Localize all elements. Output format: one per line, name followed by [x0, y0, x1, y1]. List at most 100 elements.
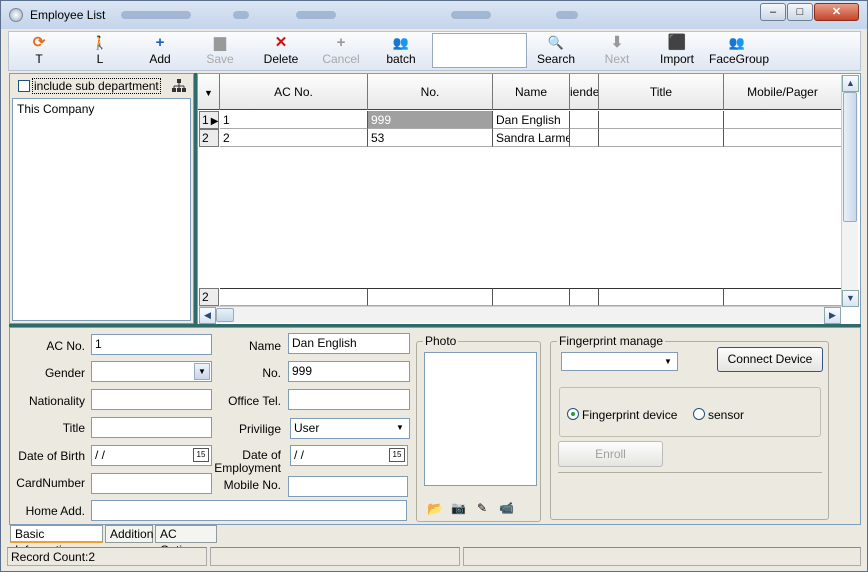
blurred-region	[233, 11, 249, 19]
card-number-label: CardNumber	[16, 476, 85, 490]
facegroup-button[interactable]: 👥 FaceGroup	[709, 34, 769, 70]
save-button[interactable]: ▆ Save	[202, 34, 238, 70]
enroll-button[interactable]: Enroll	[558, 441, 663, 467]
batch-button[interactable]: 👥 batch	[381, 34, 421, 70]
minimize-button[interactable]: –	[760, 3, 786, 21]
fingerprint-device-radio[interactable]	[567, 408, 579, 420]
title-bar[interactable]: Employee List – □ ✕	[1, 1, 867, 29]
scroll-up-icon[interactable]: ▲	[842, 75, 859, 92]
photo-label: Photo	[423, 334, 459, 348]
fingerprint-device-select[interactable]: ▼	[561, 352, 678, 371]
cell-name[interactable]: Sandra Larmer	[493, 129, 570, 147]
grid-header-dropdown[interactable]: ▼	[198, 74, 220, 110]
date-employment-field[interactable]: / /15	[290, 445, 408, 466]
search-button[interactable]: 🔍 Search	[535, 34, 577, 70]
footer-cell	[368, 288, 493, 306]
department-tree[interactable]: This Company	[12, 98, 191, 321]
blurred-region	[296, 11, 336, 19]
t-button[interactable]: ⟳ T	[24, 34, 54, 70]
tab-ac-options[interactable]: AC Options	[155, 525, 217, 557]
org-tree-icon[interactable]	[172, 79, 186, 93]
tab-basic-information[interactable]: Basic Information	[10, 525, 103, 557]
mobile-no-field[interactable]	[288, 476, 408, 497]
cell-no-selected[interactable]: 999	[368, 111, 493, 129]
grid-horizontal-scrollbar[interactable]: ◀ ▶	[199, 306, 841, 324]
employee-grid: ▼ AC No. No. Name iende Title Mobile/Pag…	[197, 73, 861, 325]
office-tel-field[interactable]	[288, 389, 410, 410]
cell-ac-no[interactable]: 1	[220, 111, 368, 129]
column-header-ac-no[interactable]: AC No.	[220, 74, 368, 110]
column-header-mobile[interactable]: Mobile/Pager	[724, 74, 841, 110]
cell-mobile[interactable]	[724, 129, 841, 147]
next-button[interactable]: ⬇ Next	[599, 34, 635, 70]
no-label: No.	[262, 366, 281, 380]
fingerprint-device-radio-label[interactable]: Fingerprint device	[582, 408, 677, 422]
grid-vertical-scrollbar[interactable]: ▲ ▼	[841, 75, 859, 307]
photo-box[interactable]	[424, 352, 537, 486]
gender-select[interactable]: ▼	[91, 361, 212, 382]
toolbar-search-input[interactable]	[432, 33, 527, 68]
horizontal-scroll-thumb[interactable]	[216, 308, 234, 322]
tree-node-this-company[interactable]: This Company	[17, 102, 94, 116]
column-header-title[interactable]: Title	[599, 74, 724, 110]
camera-icon[interactable]: 📷	[451, 501, 466, 515]
column-header-gender[interactable]: iende	[570, 74, 599, 110]
import-button[interactable]: ⬛ Import	[657, 34, 697, 70]
tab-addition[interactable]: Addition	[105, 525, 153, 543]
cell-no[interactable]: 53	[368, 129, 493, 147]
cell-gender[interactable]	[570, 111, 599, 129]
cell-mobile[interactable]	[724, 111, 841, 129]
row-header[interactable]: 1 ▶	[199, 111, 219, 129]
vertical-scroll-thumb[interactable]	[843, 92, 857, 222]
webcam-icon[interactable]: 📹	[499, 501, 514, 515]
home-add-field[interactable]	[91, 500, 407, 521]
employee-list-window: Employee List – □ ✕ ⟳ T 🚶 L + Add ▆ Save ✕ De…	[0, 0, 868, 572]
add-button[interactable]: + Add	[142, 34, 178, 70]
date-employment-label: Date of Employment	[214, 448, 281, 475]
maximize-button[interactable]: □	[787, 3, 813, 21]
eraser-icon[interactable]: ✎	[477, 501, 487, 515]
office-tel-label: Office Tel.	[228, 394, 281, 408]
cell-title[interactable]	[599, 129, 724, 147]
row-header[interactable]: 2	[199, 129, 219, 147]
column-header-no[interactable]: No.	[368, 74, 493, 110]
caret-down-icon[interactable]: ▼	[660, 354, 676, 369]
divider	[558, 472, 822, 473]
title-field[interactable]	[91, 417, 212, 438]
cell-title[interactable]	[599, 111, 724, 129]
calendar-icon[interactable]: 15	[193, 448, 209, 462]
close-button[interactable]: ✕	[814, 3, 859, 21]
include-sub-department-checkbox[interactable]	[18, 80, 30, 92]
record-count-status: Record Count:2	[7, 547, 207, 566]
cancel-button[interactable]: + Cancel	[319, 34, 363, 70]
dob-field[interactable]: / /15	[91, 445, 212, 466]
cell-ac-no[interactable]: 2	[220, 129, 368, 147]
cell-name[interactable]: Dan English	[493, 111, 570, 129]
include-sub-department-label[interactable]: include sub department	[32, 78, 161, 94]
cell-gender[interactable]	[570, 129, 599, 147]
connect-device-button[interactable]: Connect Device	[717, 347, 823, 372]
nationality-field[interactable]	[91, 389, 212, 410]
privilige-label: Privilige	[238, 422, 281, 436]
calendar-icon[interactable]: 15	[389, 448, 405, 462]
privilige-select[interactable]: User ▼	[290, 418, 410, 439]
ac-no-field[interactable]: 1	[91, 334, 212, 355]
arrow-down-icon: ⬇	[610, 34, 624, 51]
chevron-down-icon[interactable]: ▼	[194, 363, 210, 380]
no-field[interactable]: 999	[288, 361, 410, 382]
l-button[interactable]: 🚶 L	[85, 34, 115, 70]
caret-down-icon[interactable]: ▼	[392, 420, 408, 437]
mobile-no-label: Mobile No.	[223, 478, 281, 492]
sensor-radio-label[interactable]: sensor	[708, 408, 744, 422]
name-field[interactable]: Dan English	[288, 333, 410, 354]
scroll-left-icon[interactable]: ◀	[199, 307, 216, 324]
delete-button[interactable]: ✕ Delete	[259, 34, 303, 70]
card-number-field[interactable]	[91, 473, 212, 494]
scroll-down-icon[interactable]: ▼	[842, 290, 859, 307]
footer-row-header: 2	[199, 288, 219, 306]
sensor-radio[interactable]	[693, 408, 705, 420]
column-header-name[interactable]: Name	[493, 74, 570, 110]
open-folder-icon[interactable]: 📂	[427, 501, 443, 517]
blurred-region	[451, 11, 491, 19]
scroll-right-icon[interactable]: ▶	[824, 307, 841, 324]
